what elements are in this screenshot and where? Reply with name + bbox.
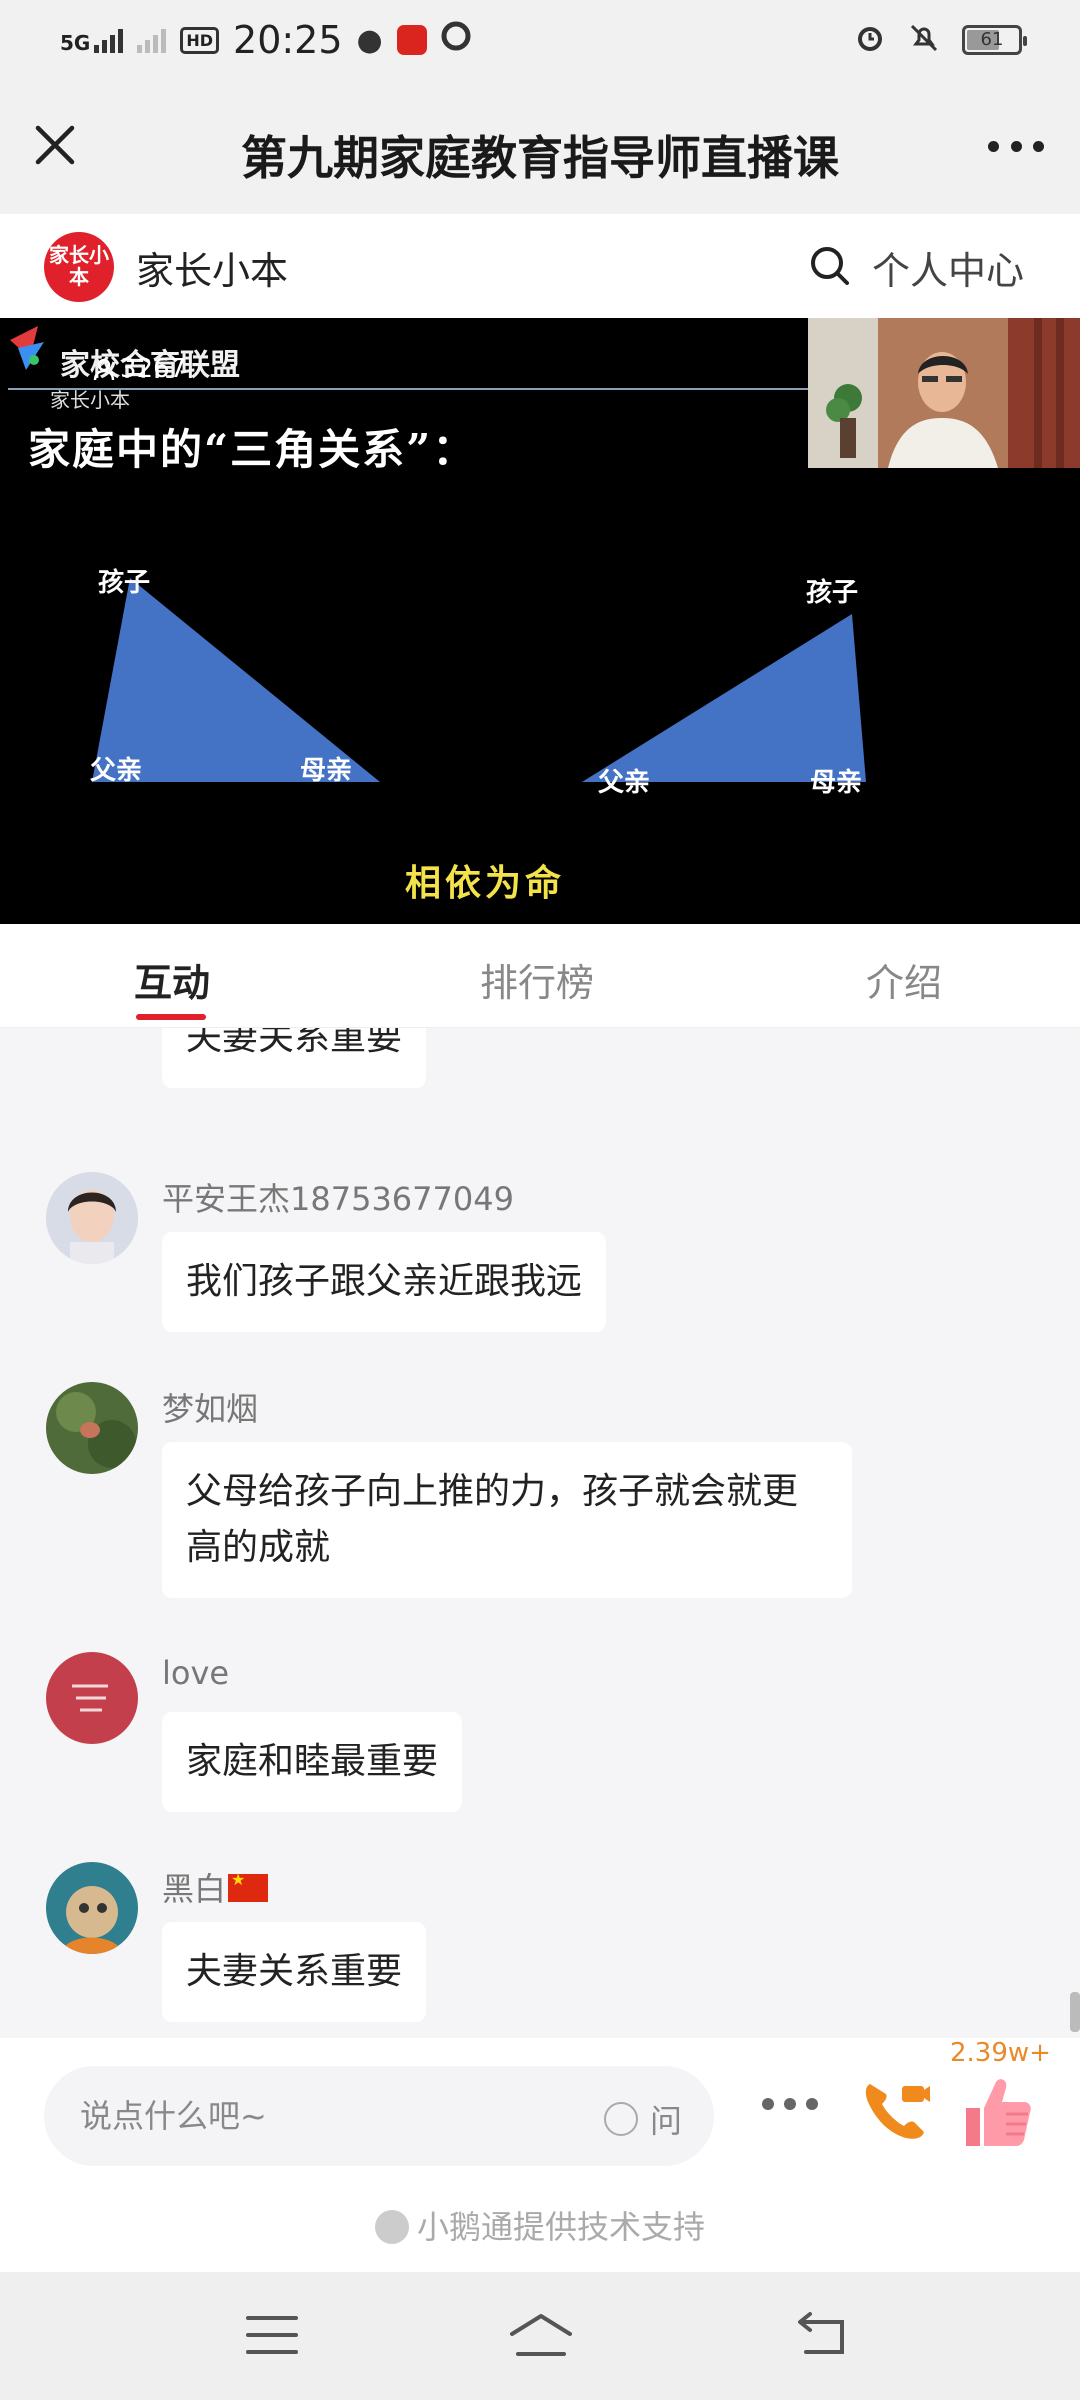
viewer-count: 3267 (92, 354, 186, 384)
viewer-count-value: 3267 (120, 354, 187, 384)
avatar[interactable] (46, 1652, 138, 1744)
channel-logo-icon (10, 326, 44, 370)
like-count: 2.39w+ (950, 2038, 1051, 2068)
signal-2-icon (137, 27, 167, 53)
brand-name[interactable]: 家长小本 (136, 240, 288, 295)
tab-ranking[interactable]: 排行榜 (480, 952, 594, 1007)
menu-icon (246, 2316, 298, 2354)
search-button[interactable] (808, 244, 852, 288)
left-top-label: 孩子 (98, 568, 151, 598)
comment-input[interactable] (80, 2088, 550, 2144)
clock: 20:25 (233, 18, 343, 62)
wechat-icon: ● (356, 22, 383, 58)
alarm-icon (854, 22, 886, 58)
menu-button[interactable] (244, 2310, 300, 2360)
back-icon (798, 2312, 844, 2354)
network-label: 5G (60, 31, 91, 55)
home-button[interactable] (506, 2310, 576, 2360)
comment-input-box: 问 (44, 2066, 714, 2166)
mute-icon (908, 22, 940, 58)
signal-icon: 5G (60, 27, 124, 55)
thumbs-up-icon (966, 2079, 1031, 2146)
person-icon (93, 358, 115, 381)
like-button[interactable] (962, 2074, 1034, 2150)
right-triangle (582, 614, 866, 782)
input-area: 问 2.39w+ 小鹅通提供技术支持 (0, 2038, 1080, 2272)
nickname: 平安王杰18753677049 (162, 1180, 514, 1218)
page-title: 第九期家庭教育指导师直播课 (241, 131, 839, 185)
title-bar: 第九期家庭教育指导师直播课 (0, 84, 1080, 214)
message-bubble: 夫妻关系重要 (162, 1028, 427, 1088)
qq-icon (441, 20, 471, 60)
phone-icon (865, 2084, 930, 2139)
status-bar: 5G HD 20:25 ● 61 (0, 0, 1080, 84)
back-button[interactable] (794, 2310, 850, 2360)
more-options-button[interactable] (988, 128, 1044, 164)
chat-scrollbar[interactable] (1070, 1992, 1080, 2032)
tab-interaction[interactable]: 互动 (134, 952, 210, 1007)
battery-icon: 61 (962, 25, 1027, 55)
battery-level: 61 (980, 29, 1004, 50)
avatar[interactable] (46, 1172, 138, 1264)
active-tab-indicator (136, 1014, 206, 1020)
live-video-player[interactable]: 家校合育联盟 家长小本 3267 家庭中的“三角关系”： 孩子 父亲 母亲 孩子… (0, 318, 1080, 924)
nickname: 黑白 (162, 1864, 269, 1910)
left-bottom-right-label: 母亲 (300, 756, 353, 786)
hd-badge: HD (180, 26, 220, 54)
message-bubble: 夫妻关系重要 (162, 1922, 427, 2022)
left-bottom-left-label: 父亲 (90, 756, 143, 786)
message-bubble: 我们孩子跟父亲近跟我远 (162, 1232, 607, 1332)
app-notification-icon (396, 25, 427, 55)
more-actions-button[interactable] (762, 2098, 818, 2112)
system-nav-bar (0, 2272, 1080, 2400)
ask-radio-icon (604, 2102, 638, 2136)
right-bottom-right-label: 母亲 (810, 768, 863, 798)
ask-label: 问 (650, 2102, 683, 2140)
tab-bar: 互动 排行榜 介绍 (0, 924, 1080, 1028)
tech-support-note: 小鹅通提供技术支持 (0, 2202, 1080, 2248)
nickname: love (162, 1654, 230, 1692)
avatar[interactable] (46, 1862, 138, 1954)
message-bubble: 父母给孩子向上推的力，孩子就会就更高的成就 (162, 1442, 852, 1598)
brand-bar: 家长小本 家长小本 个人中心 (0, 214, 1080, 318)
chat-list[interactable]: 夫妻关系重要 平安王杰18753677049 我们孩子跟父亲近跟我远 梦如烟 父… (0, 1028, 1080, 2038)
ask-toggle[interactable]: 问 (604, 2096, 682, 2142)
xiaoetong-logo-icon (374, 2210, 409, 2244)
nickname: 梦如烟 (162, 1390, 259, 1428)
right-top-label: 孩子 (806, 578, 859, 608)
user-center-link[interactable]: 个人中心 (872, 240, 1024, 295)
avatar[interactable] (46, 1382, 138, 1474)
china-flag-icon (228, 1870, 269, 1902)
right-bottom-left-label: 父亲 (598, 768, 651, 798)
search-icon (811, 247, 849, 285)
home-icon (510, 2314, 572, 2356)
call-button[interactable] (860, 2074, 932, 2146)
message-bubble: 家庭和睦最重要 (162, 1712, 463, 1812)
speaker-camera-feed (808, 318, 1080, 468)
tab-introduction[interactable]: 介绍 (866, 952, 942, 1007)
slide-heading: 家庭中的“三角关系”： (28, 425, 477, 474)
brand-logo[interactable]: 家长小本 (44, 232, 114, 302)
slide-caption: 相依为命 (404, 862, 565, 904)
watermark-brand: 家长小本 (50, 388, 130, 412)
